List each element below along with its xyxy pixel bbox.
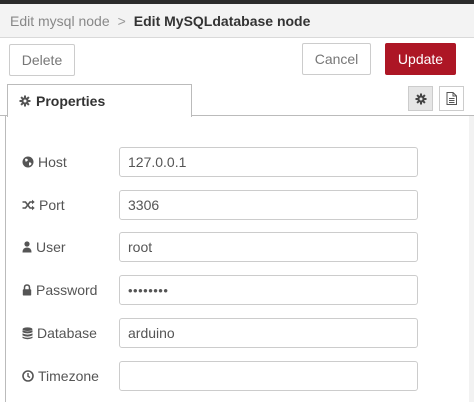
port-input[interactable]: [119, 190, 418, 220]
tray-toolbar: Delete Cancel Update: [0, 38, 474, 82]
panel-border: [5, 116, 6, 402]
port-label-text: Port: [39, 197, 65, 213]
database-label: Database: [22, 318, 97, 348]
form-row-host: Host: [22, 147, 422, 177]
tab-properties[interactable]: Properties: [7, 84, 192, 117]
port-label: Port: [22, 190, 65, 220]
user-input[interactable]: [119, 232, 418, 262]
timezone-label-text: Timezone: [38, 368, 99, 384]
timezone-input[interactable]: [119, 361, 418, 391]
host-label-text: Host: [38, 154, 67, 170]
document-icon: [446, 92, 457, 105]
tab-properties-label: Properties: [36, 93, 106, 109]
host-input[interactable]: [119, 147, 418, 177]
cancel-button[interactable]: Cancel: [302, 43, 371, 75]
gear-icon: [415, 93, 426, 104]
password-input[interactable]: [119, 275, 418, 305]
database-input[interactable]: [119, 318, 418, 348]
user-label: User: [22, 232, 66, 262]
tray-header: Edit mysql node > Edit MySQLdatabase nod…: [0, 4, 474, 38]
random-icon: [22, 199, 35, 211]
timezone-label: Timezone: [22, 361, 99, 391]
host-label: Host: [22, 147, 67, 177]
tab-settings[interactable]: [408, 86, 433, 111]
breadcrumb-separator: >: [117, 12, 126, 29]
gear-icon: [19, 95, 31, 107]
form-row-password: Password: [22, 275, 422, 305]
form-row-user: User: [22, 232, 422, 262]
tab-bar: Properties: [0, 82, 474, 117]
page-title: Edit MySQLdatabase node: [133, 12, 311, 29]
password-label: Password: [22, 275, 97, 305]
lock-icon: [22, 284, 32, 296]
tab-description[interactable]: [439, 86, 464, 111]
globe-icon: [22, 156, 34, 168]
user-icon: [22, 241, 32, 253]
database-label-text: Database: [37, 325, 97, 341]
clock-icon: [22, 370, 34, 382]
form-row-timezone: Timezone: [22, 361, 422, 391]
delete-button[interactable]: Delete: [9, 44, 75, 76]
breadcrumb-parent[interactable]: Edit mysql node: [10, 13, 110, 29]
form-row-database: Database: [22, 318, 422, 348]
database-icon: [22, 326, 33, 339]
form-row-port: Port: [22, 190, 422, 220]
scrollbar[interactable]: [469, 116, 474, 402]
update-button[interactable]: Update: [385, 43, 456, 75]
password-label-text: Password: [36, 282, 98, 298]
user-label-text: User: [36, 239, 66, 255]
